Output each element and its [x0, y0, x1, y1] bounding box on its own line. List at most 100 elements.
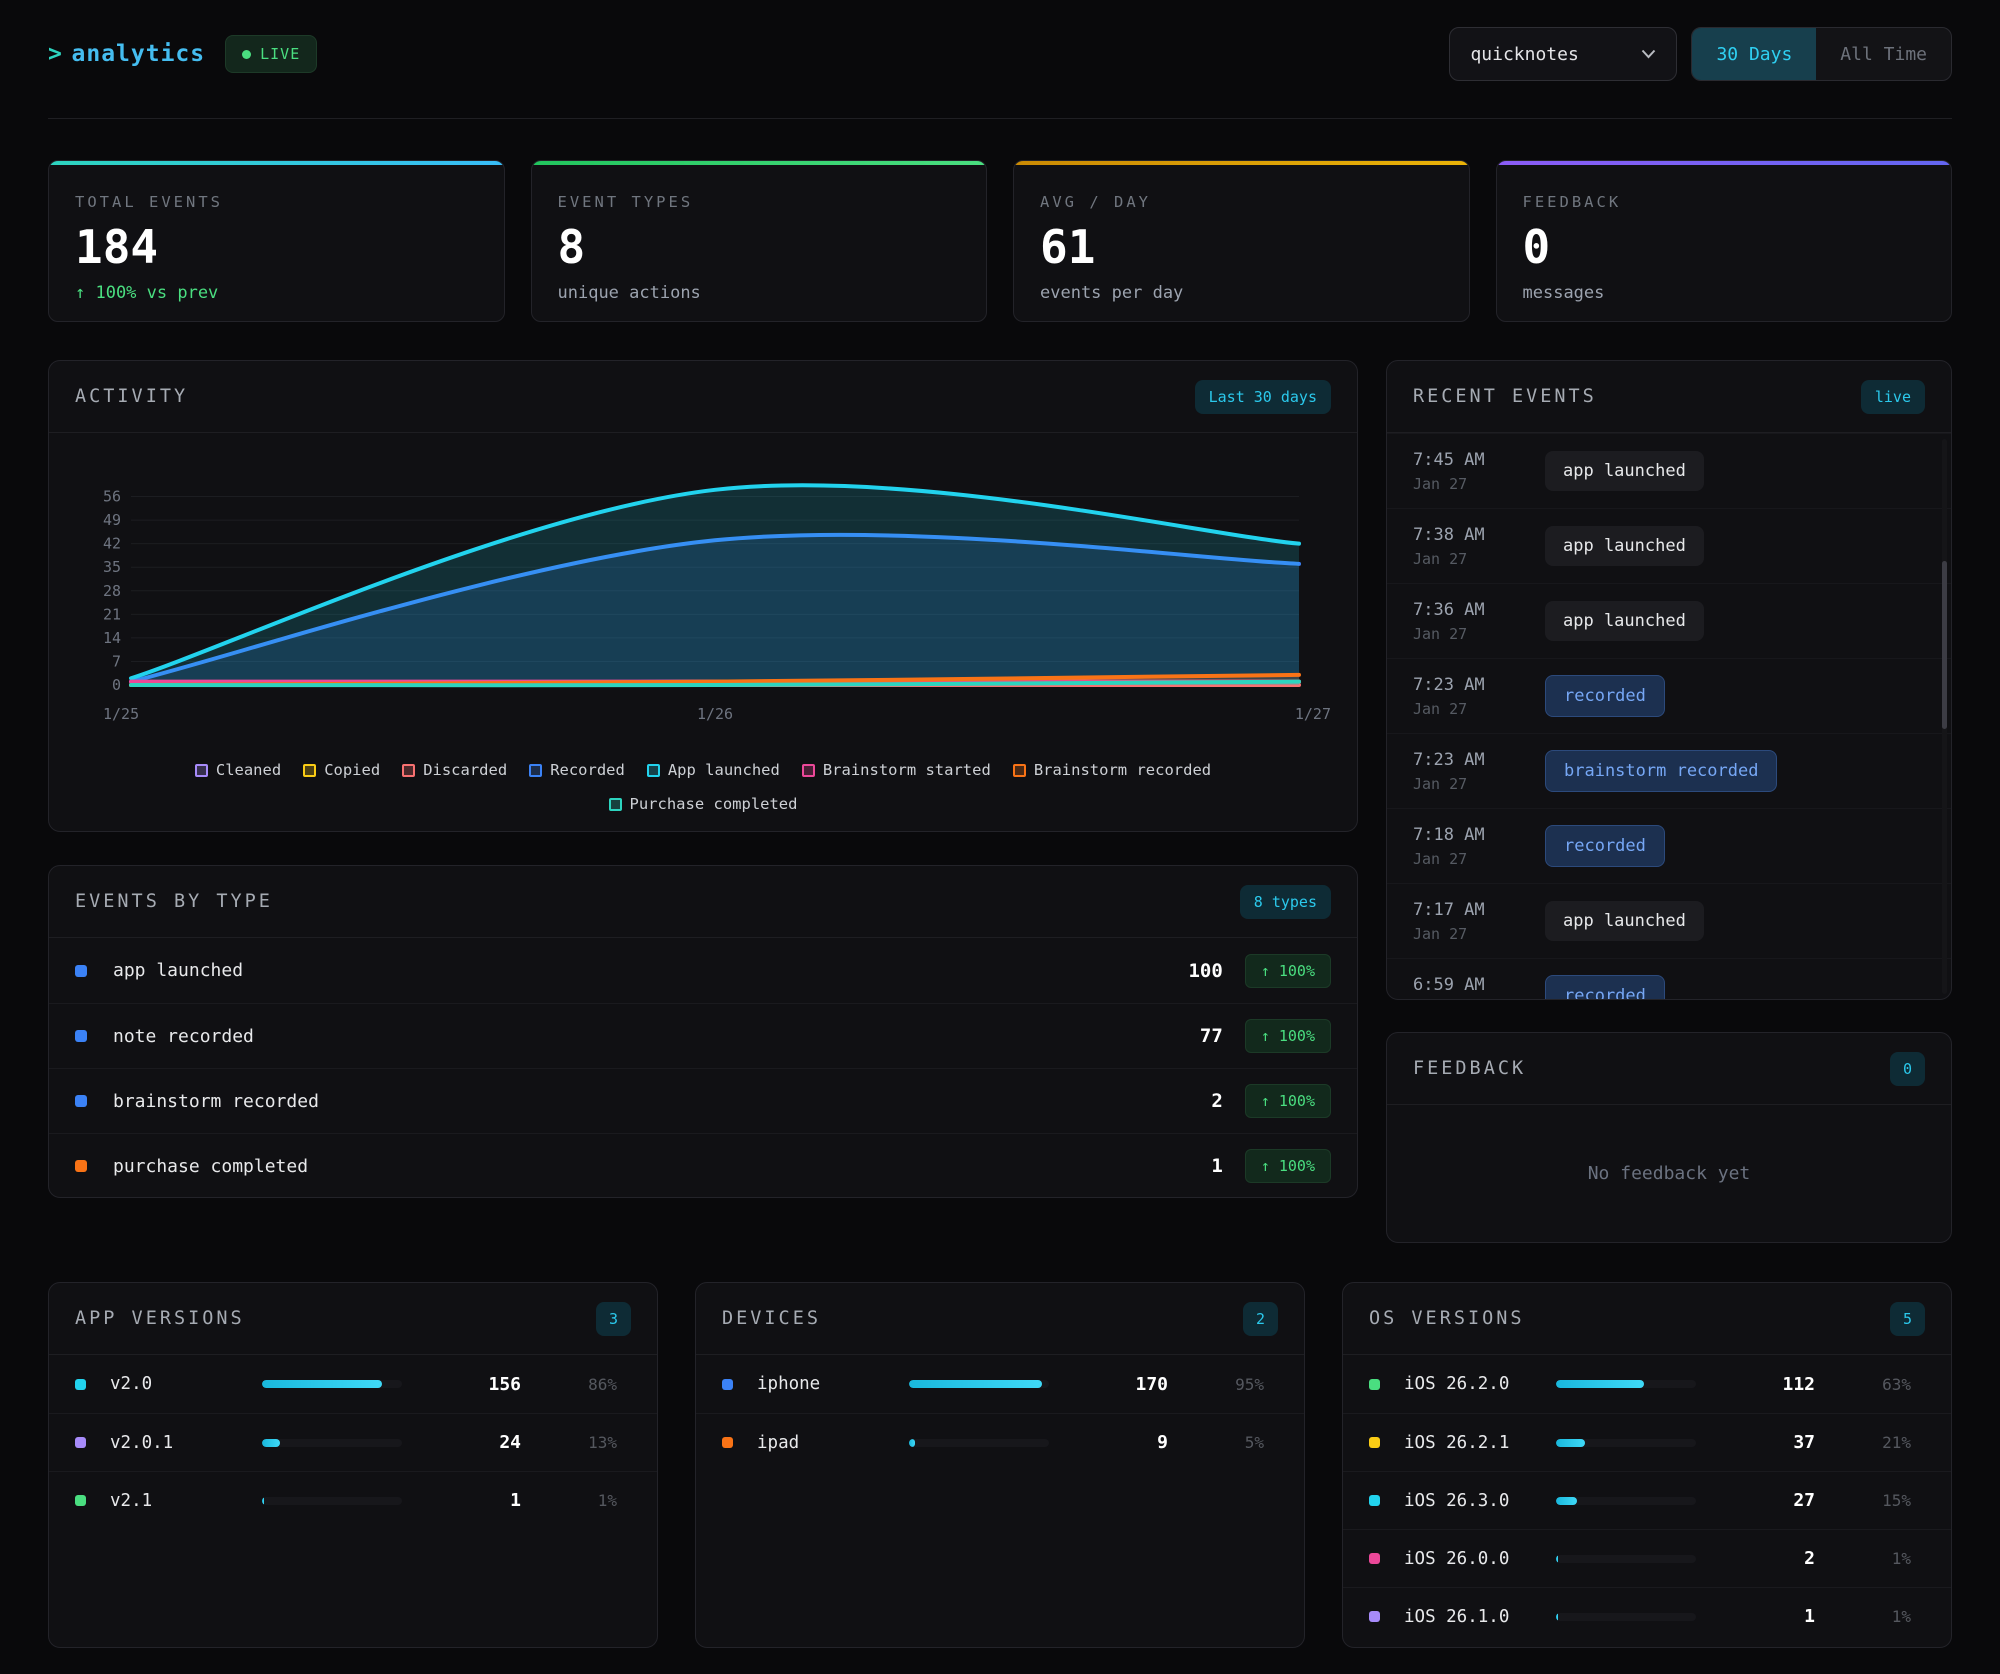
legend-item: App launched [647, 761, 780, 779]
live-status-badge: live [1861, 380, 1925, 414]
range-option-all-time[interactable]: All Time [1816, 28, 1951, 80]
breakdown-list: v2.015686%v2.0.12413%v2.111% [49, 1355, 657, 1529]
recent-event-time-col: 7:36 AM Jan 27 [1413, 600, 1519, 643]
activity-header: ACTIVITY Last 30 days [49, 361, 1357, 433]
breakdown-row: iOS 26.3.02715% [1343, 1471, 1951, 1529]
recent-event-time: 7:18 AM [1413, 825, 1519, 845]
recent-event-row: 7:36 AMJan 27app launched [1387, 583, 1951, 658]
stat-card-subtext: messages [1523, 283, 1926, 303]
recent-event-time: 7:17 AM [1413, 900, 1519, 920]
breakdown-bar-fill [262, 1497, 264, 1505]
breakdown-percent: 1% [1815, 1607, 1911, 1626]
recent-event-badge: app launched [1545, 526, 1704, 566]
breakdown-list: iphone17095%ipad95% [696, 1355, 1304, 1471]
stat-card: TOTAL EVENTS184↑ 100% vs prev [48, 160, 505, 322]
legend-swatch-icon [647, 764, 660, 777]
event-type-label: brainstorm recorded [113, 1091, 319, 1112]
recent-event-time-col: 7:17 AM Jan 27 [1413, 900, 1519, 943]
breakdown-percent: 13% [521, 1433, 617, 1452]
breakdown-header: APP VERSIONS3 [49, 1283, 657, 1355]
stat-card-label: TOTAL EVENTS [75, 193, 478, 211]
prompt-icon: > [48, 41, 62, 67]
svg-text:14: 14 [103, 629, 121, 647]
breakdown-percent: 21% [1815, 1433, 1911, 1452]
recent-event-time-col: 7:18 AMJan 27 [1413, 825, 1519, 868]
feedback-title: FEEDBACK [1413, 1058, 1526, 1079]
types-count-badge: 8 types [1240, 885, 1331, 919]
breakdown-row: ipad95% [696, 1413, 1304, 1471]
recent-event-row: 7:18 AMJan 27 recorded [1387, 808, 1951, 883]
recent-event-date: Jan 27 [1413, 550, 1519, 568]
breakdown-dot-icon [722, 1379, 733, 1390]
chevron-down-icon [1641, 49, 1656, 59]
recent-event-badge: brainstorm recorded [1545, 750, 1777, 792]
breakdown-bar-fill [909, 1380, 1042, 1388]
svg-text:1/25: 1/25 [103, 705, 139, 723]
recent-event-badge: app launched [1545, 451, 1704, 491]
recent-event-date: Jan 27 [1413, 925, 1519, 943]
recent-event-date: Jan 27 [1413, 625, 1519, 643]
breakdown-dot-icon [1369, 1553, 1380, 1564]
legend-label: Copied [324, 761, 380, 779]
legend-item: Copied [303, 761, 380, 779]
recent-event-row: 7:23 AMJan 27brainstorm recorded [1387, 733, 1951, 808]
breakdown-row: v2.111% [49, 1471, 657, 1529]
breakdown-label: iphone [757, 1374, 909, 1394]
breakdown-count: 1 [1696, 1606, 1815, 1627]
legend-label: Discarded [423, 761, 507, 779]
breakdown-bar-fill [1556, 1497, 1577, 1505]
feedback-empty-state: No feedback yet [1387, 1105, 1951, 1242]
recent-event-time-col: 7:23 AMJan 27 [1413, 675, 1519, 718]
breakdown-count: 9 [1049, 1432, 1168, 1453]
legend-label: App launched [668, 761, 780, 779]
stat-card-accent [1014, 161, 1469, 165]
breakdown-row: iOS 26.2.011263% [1343, 1355, 1951, 1413]
stat-card-value: 0 [1523, 223, 1926, 271]
event-type-count: 2 [1211, 1090, 1222, 1112]
legend-swatch-icon [802, 764, 815, 777]
event-type-row: purchase completed1↑ 100% [49, 1133, 1357, 1198]
legend-label: Brainstorm recorded [1034, 761, 1211, 779]
event-type-change-badge: ↑ 100% [1245, 1084, 1331, 1118]
breakdown-title: APP VERSIONS [75, 1308, 245, 1329]
breakdown-count: 37 [1696, 1432, 1815, 1453]
breakdown-bar-fill [1556, 1555, 1558, 1563]
stat-card-subtext: unique actions [558, 283, 961, 303]
breakdown-bar-fill [1556, 1439, 1585, 1447]
breakdown-bar [1556, 1555, 1696, 1563]
range-option-30-days[interactable]: 30 Days [1692, 28, 1816, 80]
dashboard-page: > analytics LIVE quicknotes 30 DaysAll T… [0, 0, 2000, 1648]
live-badge: LIVE [225, 35, 317, 73]
breakdown-label: v2.0 [110, 1374, 262, 1394]
recent-event-row: 7:38 AM Jan 27 app launched [1387, 508, 1951, 583]
recent-event-badge: recorded [1545, 825, 1665, 867]
recent-event-time: 7:36 AM [1413, 600, 1519, 620]
svg-text:1/27: 1/27 [1295, 705, 1331, 723]
breakdown-dot-icon [75, 1379, 86, 1390]
svg-text:49: 49 [103, 511, 121, 529]
recent-events-title: RECENT EVENTS [1413, 386, 1597, 407]
recent-event-time: 7:23 AM [1413, 675, 1519, 695]
feedback-count-badge: 0 [1890, 1052, 1925, 1086]
stat-card: EVENT TYPES8unique actions [531, 160, 988, 322]
stat-card-accent [49, 161, 504, 165]
breakdown-panels: APP VERSIONS3v2.015686%v2.0.12413%v2.111… [48, 1282, 1952, 1648]
recent-event-time: 7:38 AM [1413, 525, 1519, 545]
header-controls: quicknotes 30 DaysAll Time [1449, 27, 1952, 81]
breakdown-bar-fill [262, 1380, 382, 1388]
breakdown-row: iOS 26.2.13721% [1343, 1413, 1951, 1471]
project-select[interactable]: quicknotes [1449, 27, 1677, 81]
scrollbar-thumb[interactable] [1942, 561, 1947, 729]
legend-swatch-icon [303, 764, 316, 777]
top-bar: > analytics LIVE quicknotes 30 DaysAll T… [48, 26, 1952, 82]
recent-event-badge: recorded [1545, 675, 1665, 717]
event-type-label: purchase completed [113, 1156, 308, 1177]
activity-chart: 07142128354249561/251/261/27 [49, 433, 1357, 751]
breakdown-percent: 63% [1815, 1375, 1911, 1394]
feedback-header: FEEDBACK 0 [1387, 1033, 1951, 1105]
events-by-type-list: app launched100↑ 100%note recorded77↑ 10… [49, 938, 1357, 1198]
svg-text:21: 21 [103, 605, 121, 623]
breakdown-count: 170 [1049, 1374, 1168, 1395]
breakdown-bar-fill [909, 1439, 915, 1447]
legend-label: Purchase completed [630, 795, 798, 813]
